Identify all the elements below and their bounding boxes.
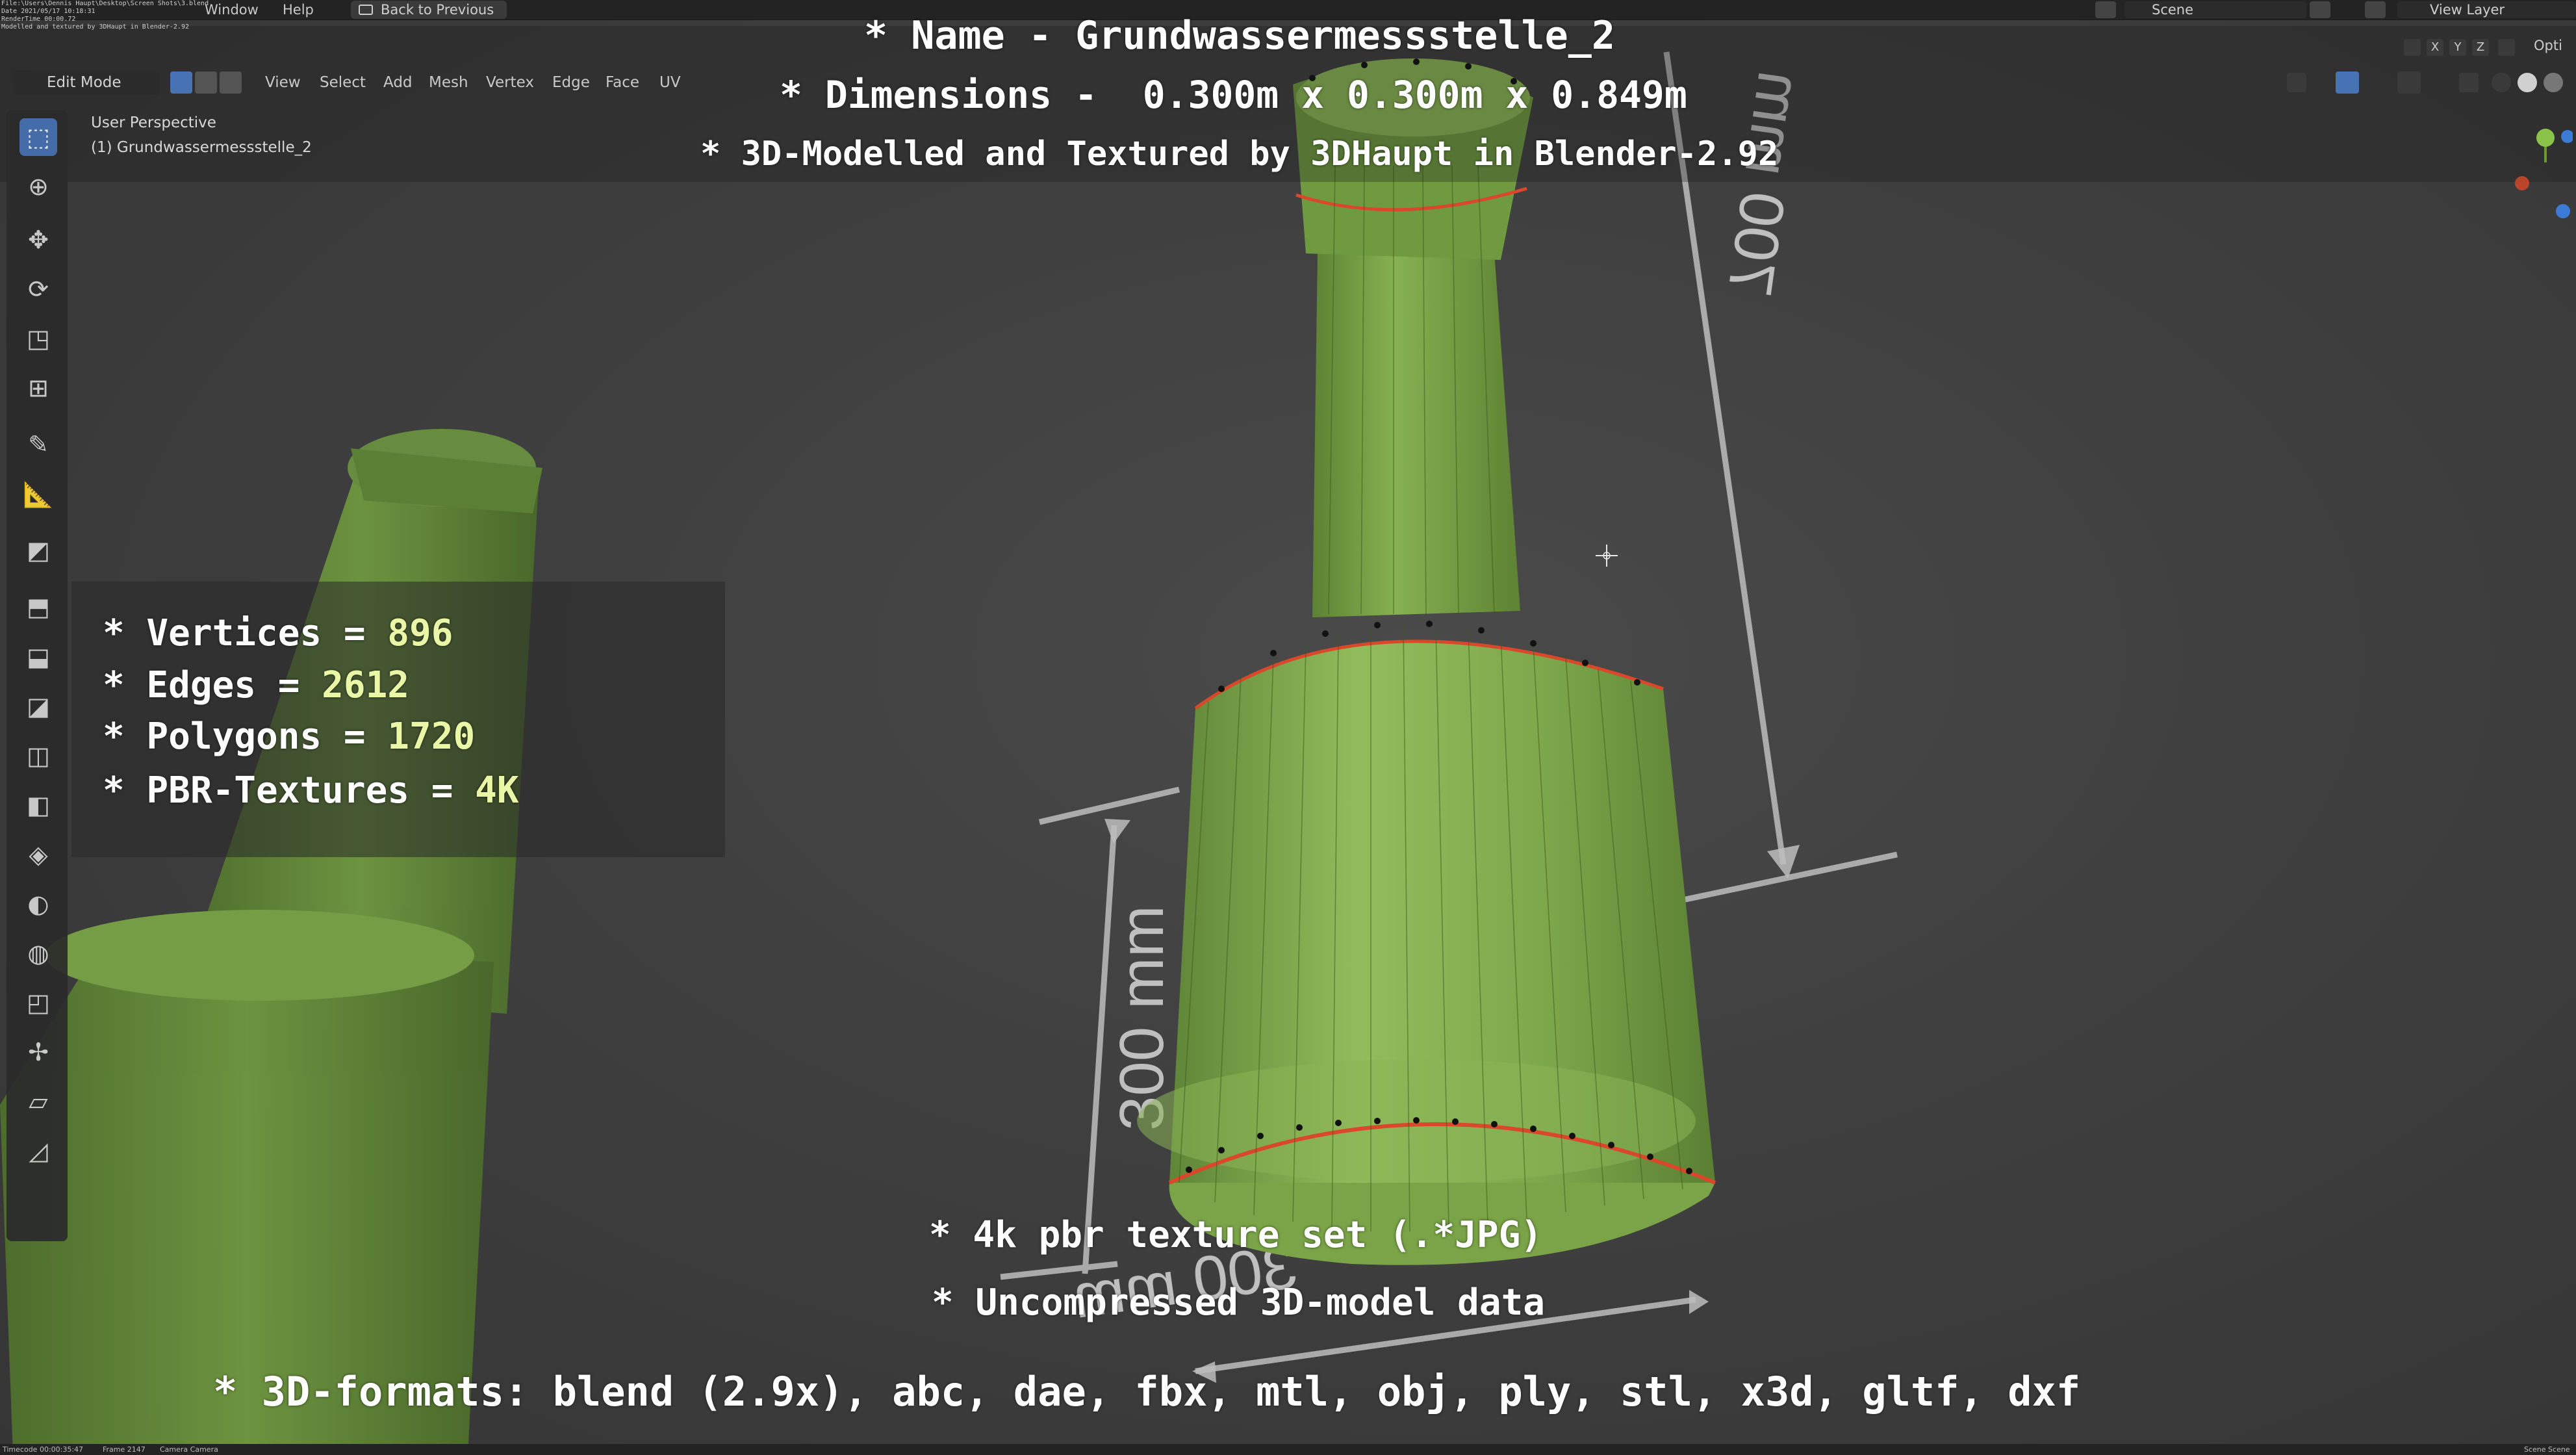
- menu-view[interactable]: View: [265, 70, 301, 95]
- poly-build-icon[interactable]: ◈: [19, 836, 57, 873]
- menu-face[interactable]: Face: [606, 70, 639, 95]
- status-frame: Frame 2147: [103, 1445, 146, 1454]
- 3d-cursor-crosshair: [1596, 545, 1618, 567]
- options-label[interactable]: Opti: [2534, 38, 2562, 53]
- extrude-icon[interactable]: ⬒: [19, 588, 57, 626]
- mode-selector[interactable]: Edit Mode: [13, 70, 159, 95]
- vertex-select-button[interactable]: [170, 71, 192, 94]
- stat-vertices-label: * Vertices =: [103, 612, 388, 654]
- navigation-gizmo[interactable]: [2508, 123, 2573, 227]
- view-layer-field[interactable]: View Layer: [2397, 1, 2576, 18]
- scene-label: Scene: [2152, 2, 2194, 18]
- tool-shelf: ⬚ ⊕ ✥ ⟳ ◳ ⊞ ✎ 📐 ◩ ⬒ ⬓ ◪ ◫ ◧ ◈ ◐ ◍ ◰ ✢ ▱ …: [6, 110, 68, 1241]
- scale-icon[interactable]: ◳: [19, 320, 57, 357]
- stat-edges-value: 2612: [322, 664, 410, 706]
- feature-texture-set: * 4k pbr texture set (.*JPG): [929, 1214, 1543, 1256]
- rip-icon[interactable]: ◿: [19, 1132, 57, 1170]
- bevel-icon[interactable]: ◪: [19, 688, 57, 725]
- stat-polygons-value: 1720: [387, 715, 476, 758]
- blender-window: 700 mm 300 mm 300 mm File:\Users\Dennis …: [0, 0, 2576, 1455]
- inset-icon[interactable]: ⬓: [19, 638, 57, 676]
- main-model: [1137, 58, 1716, 1265]
- file-info: File:\Users\Dennis Haupt\Desktop\Screen …: [1, 0, 209, 31]
- select-box-icon[interactable]: ⬚: [19, 118, 57, 156]
- screen-icon: [359, 5, 373, 15]
- scene-field[interactable]: Scene: [2124, 1, 2306, 18]
- mirror-toggle-icon[interactable]: [2404, 39, 2421, 56]
- xray-icon[interactable]: [2459, 73, 2479, 92]
- transform-icon[interactable]: ⊞: [19, 369, 57, 407]
- axis-y-toggle[interactable]: Y: [2449, 39, 2466, 56]
- edge-select-button[interactable]: [195, 71, 217, 94]
- menu-uv[interactable]: UV: [659, 70, 681, 95]
- status-scene: Scene Scene: [2524, 1445, 2570, 1454]
- status-bar: Timecode 00:00:35:47 Frame 2147 Camera C…: [0, 1444, 2576, 1455]
- stat-textures: * PBR-Textures = 4K: [103, 769, 519, 812]
- stat-vertices: * Vertices = 896: [103, 612, 453, 654]
- mode-label: Edit Mode: [47, 74, 121, 91]
- gizmo-toggle-icon[interactable]: [2336, 71, 2359, 94]
- shrink-fatten-icon[interactable]: ✢: [19, 1033, 57, 1071]
- shear-icon[interactable]: ▱: [19, 1083, 57, 1120]
- snap-icon[interactable]: [2498, 39, 2515, 56]
- solid-shading-icon[interactable]: [2518, 73, 2537, 92]
- status-camera: Camera Camera: [160, 1445, 218, 1454]
- stat-textures-value: 4K: [475, 769, 519, 812]
- file-info-line: File:\Users\Dennis Haupt\Desktop\Screen …: [1, 0, 209, 7]
- rotate-icon[interactable]: ⟳: [19, 270, 57, 308]
- annotate-icon[interactable]: ✎: [19, 426, 57, 463]
- feature-uncompressed: * Uncompressed 3D-model data: [932, 1281, 1546, 1324]
- new-scene-icon[interactable]: [2310, 1, 2330, 18]
- face-select-button[interactable]: [220, 71, 242, 94]
- add-cube-icon[interactable]: ◩: [19, 532, 57, 569]
- menu-vertex[interactable]: Vertex: [486, 70, 534, 95]
- back-to-previous-label: Back to Previous: [381, 2, 494, 18]
- scene-selector-icon[interactable]: [2095, 1, 2116, 18]
- menu-window[interactable]: Window: [205, 0, 259, 19]
- knife-icon[interactable]: ◧: [19, 786, 57, 824]
- stat-textures-label: * PBR-Textures =: [103, 769, 476, 812]
- status-timecode: Timecode 00:00:35:47: [3, 1445, 84, 1454]
- edge-slide-icon[interactable]: ◰: [19, 984, 57, 1022]
- measure-icon[interactable]: 📐: [19, 476, 57, 513]
- loop-cut-icon[interactable]: ◫: [19, 737, 57, 775]
- axis-x-toggle[interactable]: X: [2427, 39, 2443, 56]
- stat-edges: * Edges = 2612: [103, 664, 409, 706]
- back-to-previous-button[interactable]: Back to Previous: [351, 1, 507, 19]
- material-shading-icon[interactable]: [2544, 73, 2563, 92]
- active-object-label: (1) Grundwassermessstelle_2: [91, 139, 312, 156]
- file-info-line: RenderTime 00:00.72: [1, 16, 76, 23]
- overlays-icon[interactable]: [2397, 71, 2421, 94]
- stat-polygons: * Polygons = 1720: [103, 715, 475, 758]
- overlay-title-dimensions: * Dimensions - 0.300m x 0.300m x 0.849m: [780, 73, 1687, 117]
- file-info-line: Date 2021/05/17 10:18:31: [1, 8, 96, 15]
- stat-vertices-value: 896: [387, 612, 453, 654]
- stat-polygons-label: * Polygons =: [103, 715, 388, 758]
- menu-edge[interactable]: Edge: [552, 70, 590, 95]
- menu-add[interactable]: Add: [383, 70, 413, 95]
- perspective-label: User Perspective: [91, 114, 216, 131]
- view-layer-icon[interactable]: [2365, 1, 2386, 18]
- file-info-line: Modelled and textured by 3DHaupt in Blen…: [1, 23, 189, 31]
- visibility-icon[interactable]: [2287, 73, 2306, 92]
- axis-z-toggle[interactable]: Z: [2472, 39, 2489, 56]
- overlay-title-name: * Name - Grundwassermessstelle_2: [864, 13, 1615, 58]
- cursor-icon[interactable]: ⊕: [19, 168, 57, 205]
- smooth-icon[interactable]: ◍: [19, 934, 57, 972]
- overlay-title-credits: * 3D-Modelled and Textured by 3DHaupt in…: [700, 135, 1779, 174]
- spin-icon[interactable]: ◐: [19, 885, 57, 923]
- stat-edges-label: * Edges =: [103, 664, 322, 706]
- menu-select[interactable]: Select: [320, 70, 366, 95]
- wireframe-shading-icon[interactable]: [2492, 73, 2511, 92]
- menu-help[interactable]: Help: [283, 0, 314, 19]
- move-icon[interactable]: ✥: [19, 221, 57, 259]
- formats-line: * 3D-formats: blend (2.9x), abc, dae, fb…: [213, 1368, 2081, 1415]
- view-layer-label: View Layer: [2430, 2, 2505, 18]
- menu-mesh[interactable]: Mesh: [429, 70, 468, 95]
